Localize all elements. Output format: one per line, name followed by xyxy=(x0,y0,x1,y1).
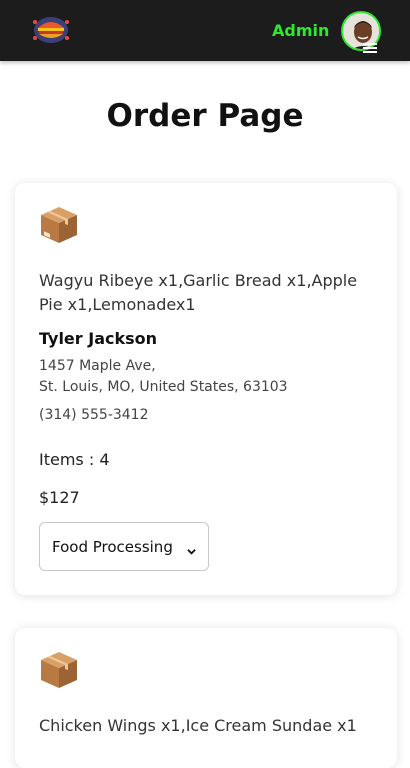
order-status-value: Food Processing xyxy=(52,537,173,556)
order-price: $127 xyxy=(39,488,80,507)
page-title: Order Page xyxy=(106,98,304,134)
chevron-down-icon xyxy=(187,542,196,555)
address-line-1: 1457 Maple Ave, xyxy=(39,358,156,374)
burger-logo-icon[interactable] xyxy=(30,14,72,46)
hamburger-menu-icon[interactable] xyxy=(363,43,377,53)
customer-name: Tyler Jackson xyxy=(39,329,158,348)
order-items-text: Chicken Wings x1,Ice Cream Sundae x1 xyxy=(39,716,357,735)
top-navbar: Admin xyxy=(0,0,410,61)
customer-phone: (314) 555-3412 xyxy=(39,407,149,423)
order-card: Chicken Wings x1,Ice Cream Sundae x1 xyxy=(15,628,397,768)
items-count: Items : 4 xyxy=(39,450,110,469)
order-items-text: Wagyu Ribeye x1,Garlic Bread x1,Apple Pi… xyxy=(39,271,358,314)
order-card: Wagyu Ribeye x1,Garlic Bread x1,Apple Pi… xyxy=(15,183,397,595)
package-box-icon xyxy=(39,205,79,245)
order-status-select[interactable]: Food Processing xyxy=(39,522,209,571)
package-box-icon xyxy=(39,650,79,690)
address-line-2: St. Louis, MO, United States, 63103 xyxy=(39,379,288,395)
admin-label: Admin xyxy=(272,21,330,40)
